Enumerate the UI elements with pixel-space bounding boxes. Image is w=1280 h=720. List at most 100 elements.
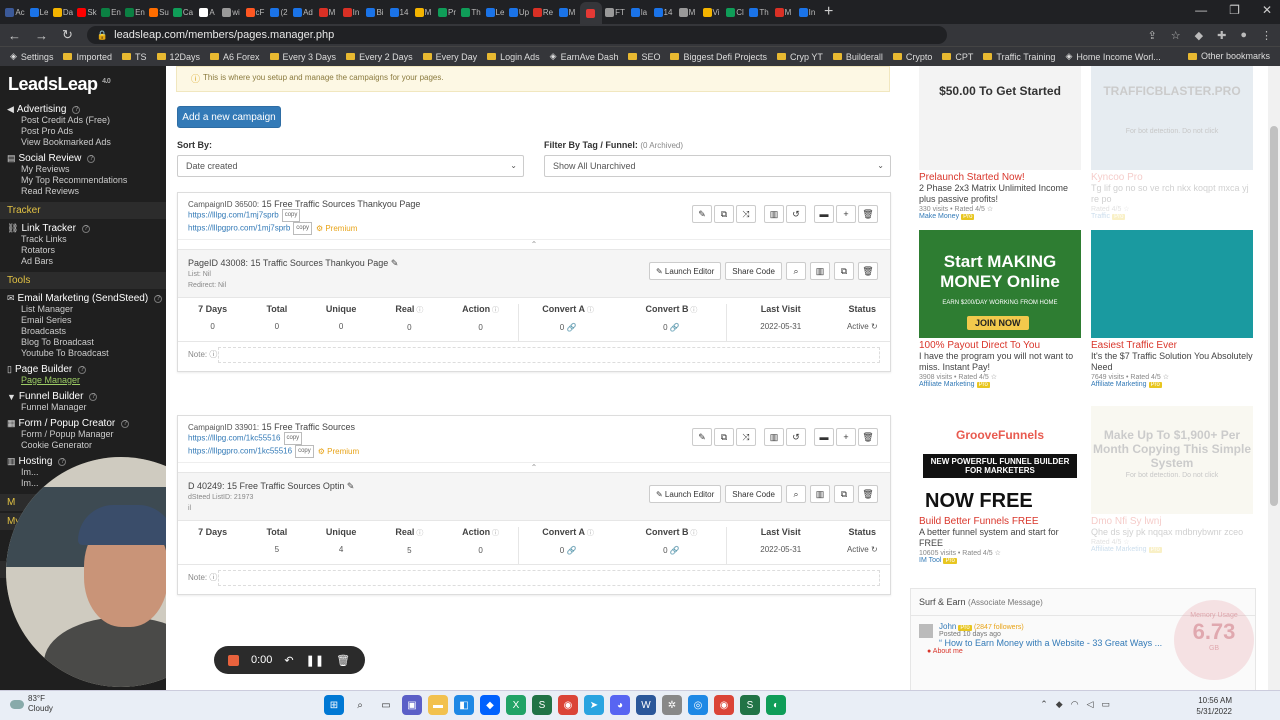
help-icon[interactable]: ? — [87, 154, 96, 163]
browser-tab[interactable]: En — [124, 2, 146, 22]
ad-card[interactable]: TRAFFICBLASTER.PRO For bot detection. Do … — [1091, 66, 1253, 220]
teams-icon[interactable]: ▣ — [402, 695, 422, 715]
browser-tab[interactable]: Ac — [4, 2, 26, 22]
edit-icon[interactable]: ✎ — [388, 258, 399, 268]
ad-title[interactable]: Easiest Traffic Ever — [1091, 340, 1253, 351]
trash-icon[interactable]: 🗑 — [858, 428, 878, 446]
browser-tab[interactable]: Ca — [172, 2, 194, 22]
ad-image[interactable]: TRAFFICBLASTER.PRO For bot detection. Do … — [1091, 66, 1253, 170]
star-icon[interactable]: ☆ — [1171, 29, 1181, 42]
bookmark-item[interactable]: ◈ Settings — [10, 51, 53, 62]
bookmark-item[interactable]: Cryp YT — [777, 52, 823, 62]
chrome-active-icon[interactable]: ◉ — [714, 695, 734, 715]
dropbox-icon[interactable]: ◆ — [480, 695, 500, 715]
pause-icon[interactable]: ❚❚ — [306, 654, 324, 667]
chrome-icon[interactable]: ◉ — [558, 695, 578, 715]
forward-icon[interactable]: → — [35, 28, 48, 43]
bookmark-item[interactable]: Biggest Defi Projects — [670, 52, 767, 62]
bookmark-item[interactable]: Every 2 Days — [346, 52, 413, 62]
link-icon[interactable]: 🔗 — [668, 323, 680, 332]
stat-value[interactable]: Active ↻ — [835, 545, 890, 554]
browser-tab[interactable]: In — [796, 2, 818, 22]
new-tab-icon[interactable]: + — [824, 3, 833, 21]
preview-icon[interactable]: ⌕ — [786, 262, 806, 280]
shuffle-icon[interactable]: ⤨ — [736, 428, 756, 446]
bookmark-item[interactable]: Imported — [63, 52, 112, 62]
sidebar-link[interactable]: Youtube To Broadcast — [7, 348, 166, 359]
browser-tab[interactable]: A — [196, 2, 218, 22]
help-icon[interactable]: ⓘ — [490, 530, 499, 537]
help-icon[interactable]: ⓘ — [490, 307, 499, 314]
bookmark-item[interactable]: Every 3 Days — [269, 52, 336, 62]
windows-start-icon[interactable]: ⊞ — [324, 695, 344, 715]
scroll-thumb[interactable] — [1270, 126, 1278, 506]
browser-tab[interactable]: Sk — [76, 2, 98, 22]
bookmark-item[interactable]: ◈ Home Income Worl... — [1065, 51, 1160, 62]
help-icon[interactable]: ? — [78, 365, 87, 374]
note-input[interactable] — [218, 347, 880, 363]
sidebar-link[interactable]: View Bookmarked Ads — [7, 137, 166, 148]
share-code-button[interactable]: Share Code — [725, 262, 782, 280]
sidebar-group-header[interactable]: ▼ Funnel Builder? — [7, 391, 166, 402]
browser-tab[interactable]: In — [340, 2, 362, 22]
trash-icon[interactable]: 🗑 — [858, 205, 878, 223]
sidebar-link[interactable]: Page Manager — [7, 375, 166, 386]
campaign-url-text[interactable]: https://lllpg.com/1kc55516 — [188, 434, 281, 443]
campaign-url-pro[interactable]: https://lllpgpro.com/1kc55516 copy ⚙ Premi… — [188, 445, 880, 458]
sidebar-link[interactable]: Rotators — [7, 245, 166, 256]
browser-tab[interactable]: Pr — [436, 2, 458, 22]
bookmark-item[interactable]: Login Ads — [487, 52, 540, 62]
bookmark-item[interactable]: ◈ EarnAve Dash — [550, 51, 619, 62]
sort-select[interactable]: Date created ⌄ — [177, 155, 524, 177]
ad-title[interactable]: Prelaunch Started Now! — [919, 172, 1081, 183]
volume-icon[interactable]: ◁ — [1087, 699, 1094, 710]
discord-icon[interactable]: ◕ — [610, 695, 630, 715]
launch-editor-button[interactable]: ✎ Launch Editor — [649, 485, 722, 503]
help-icon[interactable]: ⓘ — [688, 307, 697, 314]
ad-image[interactable] — [1091, 230, 1253, 338]
ad-card[interactable]: Make Up To $1,900+ Per Month Copying Thi… — [1091, 406, 1253, 553]
bookmark-item[interactable]: Traffic Training — [983, 52, 1055, 62]
avatar[interactable] — [919, 624, 933, 638]
bookmark-item[interactable]: CPT — [942, 52, 973, 62]
ad-image[interactable]: $50.00 To Get Started — [919, 66, 1081, 170]
delete-icon[interactable]: 🗑 — [858, 262, 878, 280]
settings-icon[interactable]: ✲ — [662, 695, 682, 715]
help-icon[interactable]: ? — [154, 294, 163, 303]
bookmark-item[interactable]: Builderall — [832, 52, 883, 62]
edge-icon[interactable]: ◐ — [766, 695, 786, 715]
ad-image[interactable]: Start MAKING MONEY Online EARN $200/DAY W… — [919, 230, 1081, 338]
clock[interactable]: 10:56 AM 5/31/2022 — [1196, 695, 1232, 717]
browser-tab[interactable]: (2 — [268, 2, 290, 22]
browser-tab[interactable]: Up — [508, 2, 530, 22]
copy-button[interactable]: copy — [293, 222, 312, 235]
minimize-icon[interactable]: — — [1195, 3, 1207, 17]
copy-icon[interactable]: ⧉ — [834, 485, 854, 503]
battery-icon[interactable]: ▭ — [1101, 699, 1110, 710]
sidebar-link[interactable]: Post Pro Ads — [7, 126, 166, 137]
link-icon[interactable]: 🔗 — [564, 546, 576, 555]
puzzle-icon[interactable]: ✚ — [1217, 29, 1226, 42]
sidebar-link[interactable]: Read Reviews — [7, 186, 166, 197]
app-icon[interactable]: ◎ — [688, 695, 708, 715]
dropbox-tray-icon[interactable]: ◆ — [1056, 699, 1063, 710]
browser-tab[interactable] — [580, 2, 602, 24]
sidebar-link[interactable]: My Top Recommendations — [7, 175, 166, 186]
word-icon[interactable]: W — [636, 695, 656, 715]
bookmark-item[interactable]: A6 Forex — [210, 52, 260, 62]
excel-icon[interactable]: X — [506, 695, 526, 715]
back-icon[interactable]: ← — [8, 28, 21, 43]
help-icon[interactable]: ⓘ — [207, 573, 217, 582]
copy-button[interactable]: copy — [281, 209, 301, 222]
sidebar-link[interactable]: Cookie Generator — [7, 440, 166, 451]
ad-card[interactable]: $50.00 To Get Started Prelaunch Started N… — [919, 66, 1081, 220]
collapse-chevron-icon[interactable]: ⌃ — [178, 462, 890, 472]
stats-icon[interactable]: ▥ — [810, 485, 830, 503]
sidebar-link[interactable]: Funnel Manager — [7, 402, 166, 413]
other-bookmarks[interactable]: Other bookmarks — [1187, 51, 1270, 61]
duplicate-icon[interactable]: ⧉ — [714, 205, 734, 223]
sidebar-link[interactable]: Blog To Broadcast — [7, 337, 166, 348]
campaign-url-pro[interactable]: https://lllpgpro.com/1mj7sprb copy ⚙ Premi… — [188, 222, 880, 235]
ad-card[interactable]: GrooveFunnels NEW POWERFUL FUNNEL BUILDER… — [919, 406, 1081, 564]
campaign-url-text[interactable]: https://lllpg.com/1mj7sprb — [188, 211, 279, 220]
